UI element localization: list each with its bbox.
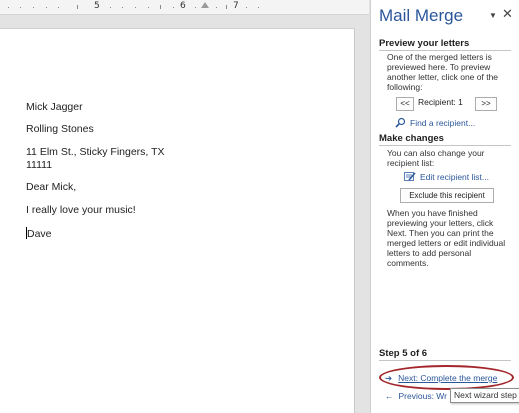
ruler-tick (258, 7, 259, 8)
recipient-zip[interactable]: 11111 (26, 159, 52, 172)
ruler-tick (135, 7, 136, 8)
mail-merge-pane: Mail Merge ▼ ✕ Preview your letters One … (370, 0, 519, 413)
signature-line[interactable]: Dave (26, 227, 52, 241)
magnifier-icon (395, 117, 406, 130)
recipient-label: Recipient: 1 (418, 97, 463, 107)
edit-recipient-list-link[interactable]: Edit recipient list... (404, 171, 489, 184)
preview-description: One of the merged letters is previewed h… (387, 52, 499, 92)
document-page[interactable]: Mick Jagger Rolling Stones 11 Elm St., S… (0, 28, 355, 413)
ruler-tick (110, 7, 111, 8)
ruler-tick (216, 7, 217, 8)
ruler-tick (77, 5, 78, 9)
ruler-tick (246, 7, 247, 8)
ruler-tick (122, 7, 123, 8)
edit-list-icon (404, 171, 416, 184)
pane-options-icon[interactable]: ▼ (489, 11, 497, 20)
ruler-tick (160, 5, 161, 9)
recipient-name[interactable]: Mick Jagger (26, 101, 83, 114)
signature-text: Dave (27, 228, 52, 240)
ruler-tick (20, 7, 21, 8)
next-step-label: Next: Complete the merge (398, 373, 498, 383)
ruler-number: 7 (233, 1, 239, 11)
ruler-tick (173, 7, 174, 8)
ruler-tick (8, 7, 9, 8)
ruler-number: 5 (94, 1, 100, 11)
ruler-tick (195, 7, 196, 8)
previous-step-link[interactable]: ← Previous: Wr (385, 391, 447, 401)
arrow-left-icon: ← (385, 391, 394, 401)
ruler-tick (33, 7, 34, 8)
changes-heading: Make changes (379, 133, 511, 146)
ruler-tick (58, 7, 59, 8)
pane-title: Mail Merge (379, 6, 464, 25)
find-recipient-link[interactable]: Find a recipient... (395, 117, 475, 130)
ruler-tick (148, 7, 149, 8)
ruler-number: 6 (180, 1, 186, 11)
greeting-line[interactable]: Dear Mick, (26, 181, 76, 194)
previous-step-label: Previous: Wr (398, 391, 448, 401)
next-step-link[interactable]: ➔ Next: Complete the merge (385, 373, 497, 384)
ruler-tick (46, 7, 47, 8)
changes-description: You can also change your recipient list: (387, 148, 485, 168)
arrow-right-icon: ➔ (385, 373, 393, 383)
right-indent-marker[interactable] (201, 2, 209, 8)
step-indicator: Step 5 of 6 (379, 348, 511, 361)
preview-heading: Preview your letters (379, 38, 511, 51)
tooltip: Next wizard step (450, 388, 519, 403)
finish-instructions: When you have finished previewing your l… (387, 208, 506, 268)
recipient-address[interactable]: 11 Elm St., Sticky Fingers, TX (26, 146, 164, 159)
recipient-company[interactable]: Rolling Stones (26, 123, 94, 136)
previous-recipient-button[interactable]: << (396, 97, 414, 111)
find-recipient-label: Find a recipient... (410, 118, 476, 128)
next-recipient-button[interactable]: >> (475, 97, 497, 111)
edit-recipient-list-label: Edit recipient list... (420, 172, 489, 182)
pane-close-icon[interactable]: ✕ (502, 6, 513, 22)
exclude-recipient-button[interactable]: Exclude this recipient (400, 188, 494, 203)
body-line[interactable]: I really love your music! (26, 204, 136, 217)
horizontal-ruler[interactable]: 5 6 7 (0, 0, 369, 15)
ruler-tick (226, 5, 227, 9)
